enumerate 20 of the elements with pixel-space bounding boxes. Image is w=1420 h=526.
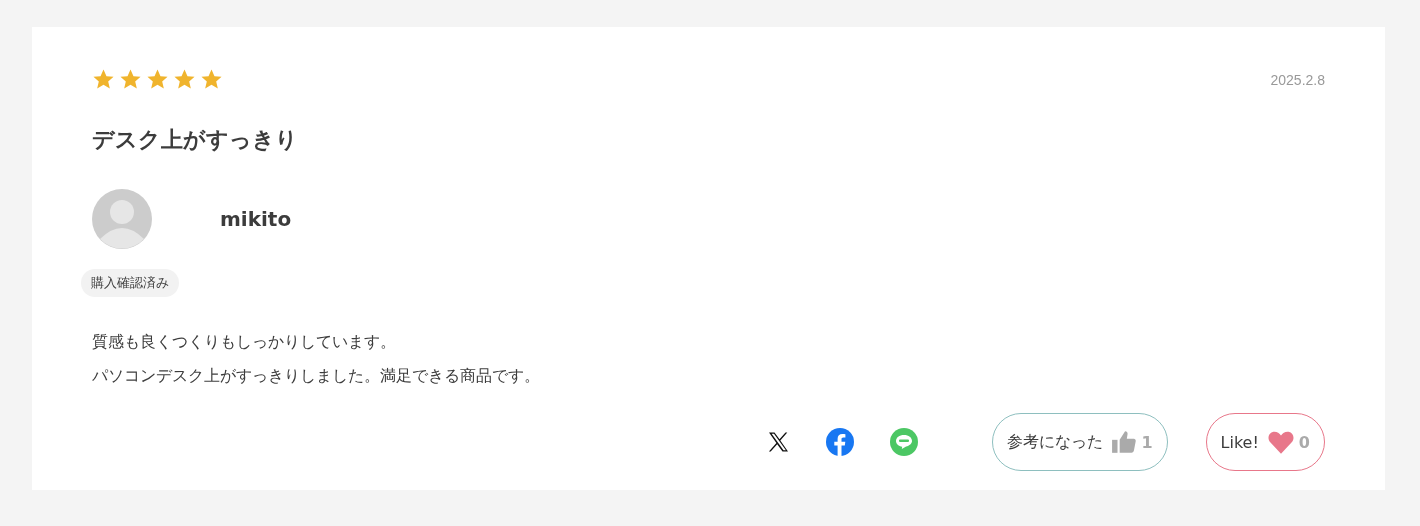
avatar-icon bbox=[92, 189, 152, 249]
helpful-count: 1 bbox=[1141, 432, 1153, 452]
helpful-button[interactable]: 参考になった 1 bbox=[992, 413, 1168, 471]
star-icon bbox=[119, 68, 142, 91]
review-text: パソコンデスク上がすっきりしました。満足できる商品です。 bbox=[92, 365, 541, 387]
chat-bubble-icon[interactable] bbox=[890, 428, 919, 456]
like-count: 0 bbox=[1298, 432, 1310, 452]
review-title: デスク上がすっきり bbox=[92, 126, 299, 154]
thumbs-up-icon bbox=[1111, 429, 1138, 455]
review-date: 2025.2.8 bbox=[1270, 71, 1325, 88]
x-logo-icon[interactable] bbox=[766, 430, 791, 454]
review-text: 質感も良くつくりもしっかりしています。 bbox=[92, 331, 397, 353]
reviewer-name: mikito bbox=[220, 207, 292, 231]
facebook-logo-icon[interactable] bbox=[826, 428, 855, 456]
star-icon bbox=[173, 68, 196, 91]
star-icon bbox=[146, 68, 169, 91]
star-icon bbox=[92, 68, 115, 91]
like-button[interactable]: Like! 0 bbox=[1205, 413, 1325, 471]
verified-purchase-badge: 購入確認済み bbox=[81, 269, 179, 297]
star-icon bbox=[200, 68, 223, 91]
